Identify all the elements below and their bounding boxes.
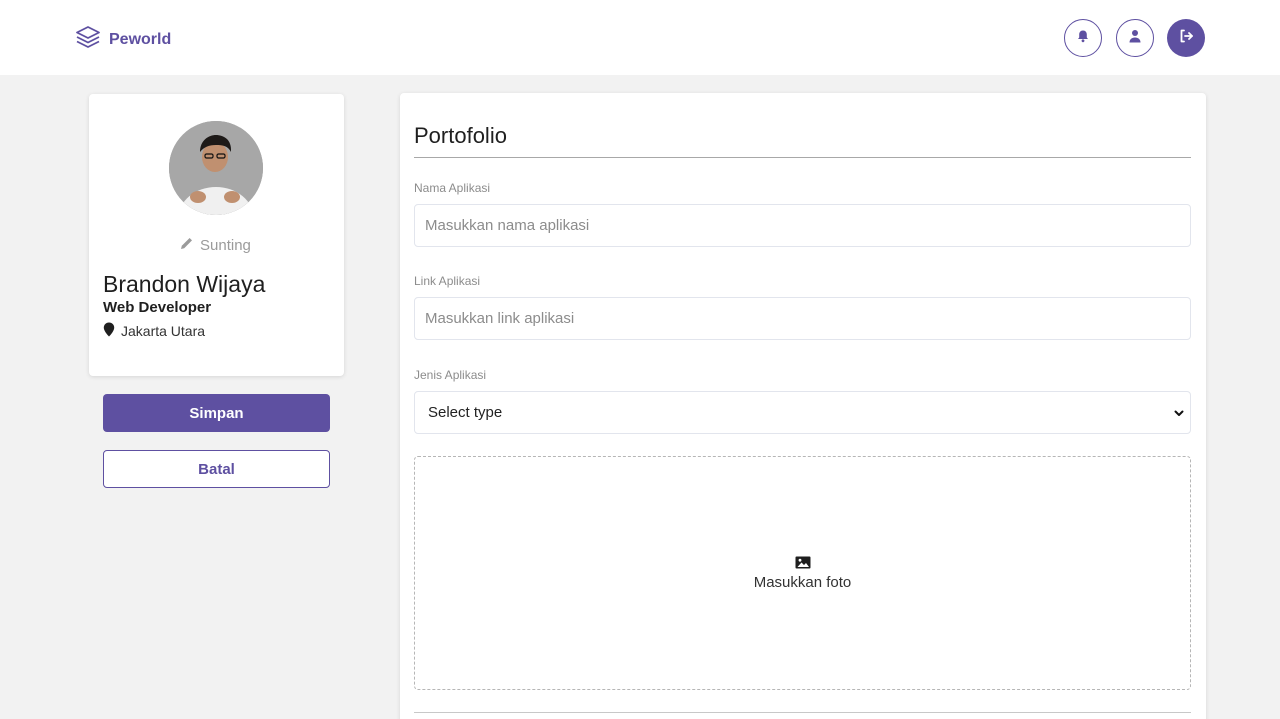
user-icon <box>1128 29 1142 48</box>
notifications-button[interactable] <box>1064 19 1102 57</box>
location-text: Jakarta Utara <box>121 323 206 339</box>
edit-profile-label: Sunting <box>200 237 251 254</box>
app-link-label: Link Aplikasi <box>414 274 481 288</box>
profile-name: Brandon Wijaya <box>103 271 266 297</box>
navbar: Peworld <box>0 0 1280 75</box>
photo-upload-dropzone[interactable]: Masukkan foto <box>414 456 1191 690</box>
logout-button[interactable] <box>1167 19 1205 57</box>
app-type-selected: Select type <box>428 404 503 421</box>
profile-location: Jakarta Utara <box>103 322 205 340</box>
app-type-label: Jenis Aplikasi <box>414 368 487 382</box>
form-bottom-divider <box>414 712 1191 713</box>
image-icon <box>795 556 811 574</box>
upload-label: Masukkan foto <box>753 574 852 591</box>
chevron-down-icon <box>1173 406 1185 424</box>
portfolio-form-card: Portofolio Nama Aplikasi Link Aplikasi J… <box>400 93 1206 719</box>
profile-card: Sunting Brandon Wijaya Web Developer Jak… <box>89 94 344 376</box>
map-pin-icon <box>103 322 115 340</box>
save-button[interactable]: Simpan <box>103 394 330 432</box>
app-type-select[interactable]: Select type <box>414 391 1191 434</box>
logout-icon <box>1178 28 1194 49</box>
avatar <box>169 121 263 215</box>
app-name-input[interactable] <box>414 204 1191 247</box>
bell-icon <box>1076 29 1090 48</box>
app-link-input[interactable] <box>414 297 1191 340</box>
edit-profile-link[interactable]: Sunting <box>179 236 251 255</box>
pencil-icon <box>179 236 194 255</box>
brand-logo[interactable]: Peworld <box>75 24 171 55</box>
profile-button[interactable] <box>1116 19 1154 57</box>
app-name-label: Nama Aplikasi <box>414 181 491 195</box>
profile-role: Web Developer <box>103 299 212 316</box>
page-title: Portofolio <box>414 123 507 148</box>
brand-name: Peworld <box>109 30 172 48</box>
layers-icon <box>75 24 101 55</box>
cancel-button[interactable]: Batal <box>103 450 330 488</box>
title-divider <box>414 157 1191 158</box>
